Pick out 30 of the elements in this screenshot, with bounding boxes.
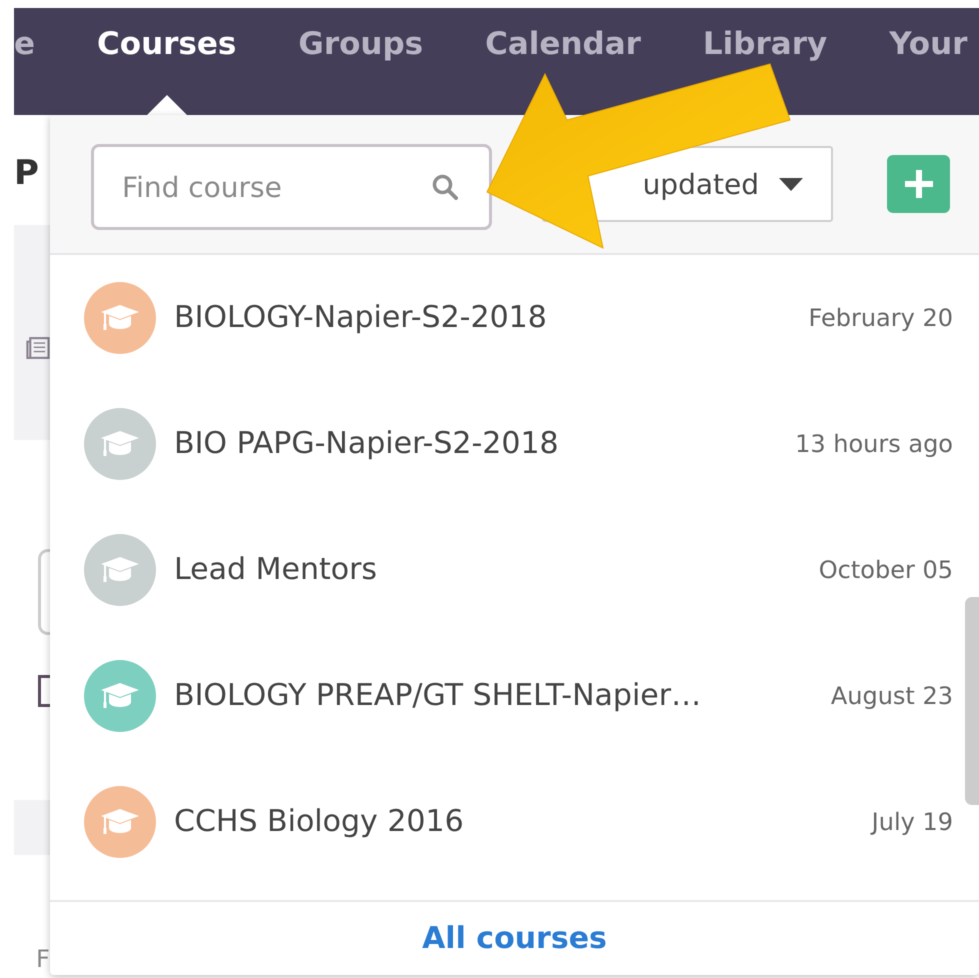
section-text: F (36, 945, 50, 973)
updated-date: February 20 (808, 303, 953, 334)
updated-date: 13 hours ago (795, 429, 953, 460)
add-button[interactable] (887, 155, 950, 213)
search-field[interactable]: Find course (91, 144, 492, 230)
course-name[interactable]: BIOLOGY PREAP/GT SHELT-Napier… (174, 676, 813, 716)
page-band (14, 800, 50, 855)
updated-date: August 23 (830, 681, 953, 712)
course-name[interactable]: BIO PAPG-Napier-S2-2018 (174, 424, 778, 464)
nav-tab[interactable]: Library (702, 26, 828, 62)
nav-tab[interactable]: Calendar (485, 26, 641, 62)
course-name[interactable]: BIOLOGY-Napier-S2-2018 (174, 298, 790, 338)
all-courses-link[interactable]: All courses (422, 921, 607, 956)
graduation-cap-icon (100, 303, 140, 333)
graduation-cap-icon (100, 681, 140, 711)
course-name[interactable]: CCHS Biology 2016 (174, 802, 854, 842)
nav-tab[interactable]: e (14, 26, 36, 62)
updated-date: July 19 (872, 807, 953, 838)
graduation-cap-icon (100, 807, 140, 837)
search-icon (432, 174, 458, 200)
graduation-cap-icon (100, 555, 140, 585)
scrollbar-thumb[interactable] (965, 597, 979, 805)
nav-tab[interactable]: Groups (298, 26, 424, 62)
graduation-cap-icon (100, 429, 140, 459)
nav-tab[interactable]: Your (889, 26, 968, 62)
updated-date: October 05 (818, 555, 953, 586)
nav-tab[interactable]: Courses (97, 26, 236, 62)
caret-icon (779, 178, 803, 190)
course-name[interactable]: Lead Mentors (174, 550, 801, 590)
page-title: P (14, 153, 40, 195)
